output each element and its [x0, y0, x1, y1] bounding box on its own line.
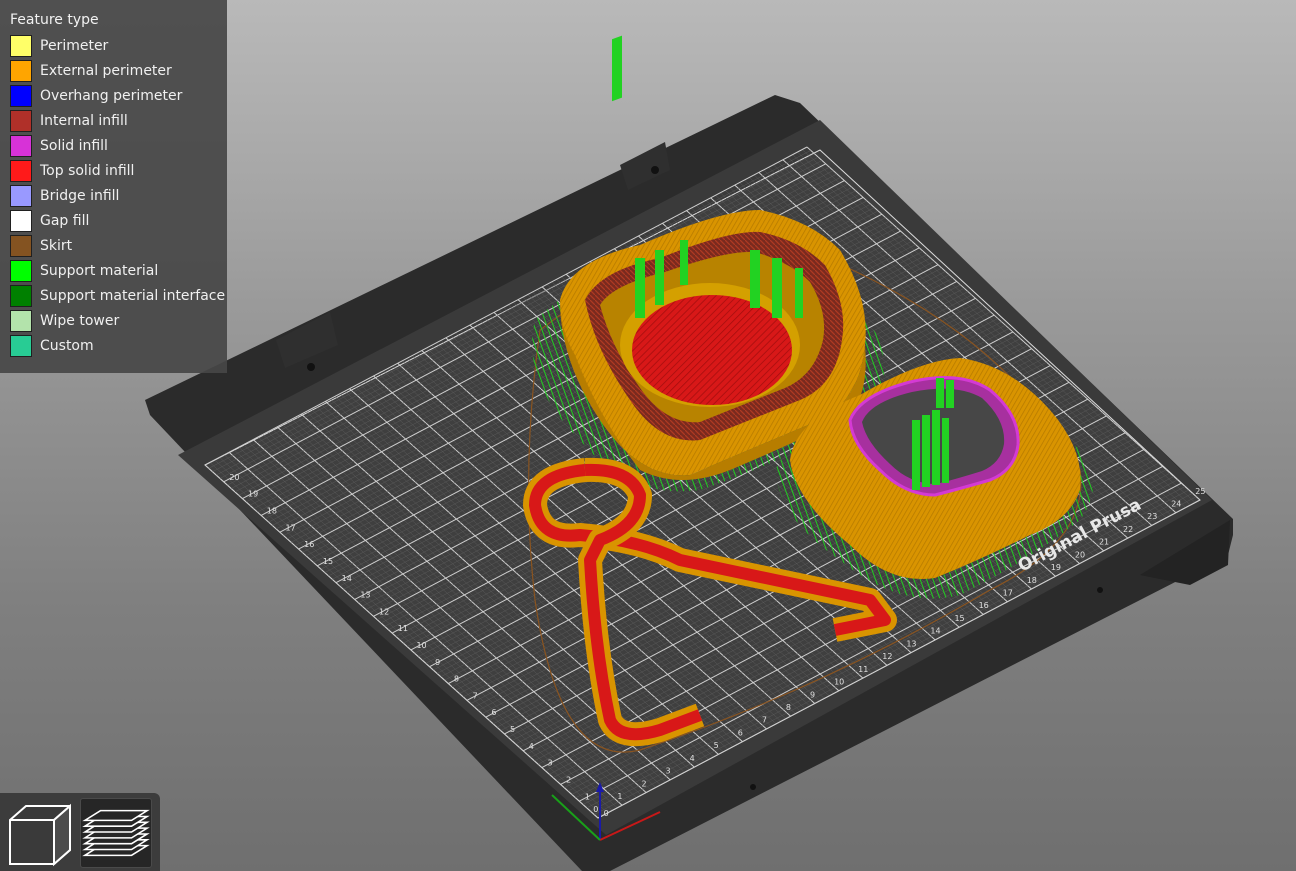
x-tick-label: 4: [690, 754, 695, 763]
x-tick-label: 10: [834, 678, 844, 687]
legend-item: Internal infill: [0, 107, 227, 132]
legend-item: Top solid infill: [0, 157, 227, 182]
legend-item: Perimeter: [0, 32, 227, 57]
feature-type-legend: Feature type Perimeter External perimeter…: [0, 0, 227, 373]
x-tick-label: 17: [1003, 589, 1013, 598]
x-tick-label: 18: [1027, 576, 1037, 585]
layers-icon: [82, 809, 150, 857]
y-tick-label: 15: [323, 557, 333, 566]
legend-swatch: [10, 110, 32, 132]
legend-item: Gap fill: [0, 207, 227, 232]
legend-swatch: [10, 260, 32, 282]
legend-swatch: [10, 35, 32, 57]
y-tick-label: 14: [342, 574, 352, 583]
legend-label: Bridge infill: [40, 188, 120, 204]
preview-view-button[interactable]: [80, 798, 152, 868]
legend-swatch: [10, 135, 32, 157]
legend-item: Skirt: [0, 232, 227, 257]
legend-label: Custom: [40, 338, 94, 354]
legend-label: Overhang perimeter: [40, 88, 183, 104]
legend-item: Solid infill: [0, 132, 227, 157]
y-tick-label: 12: [379, 607, 389, 616]
view-toolbar: [0, 793, 160, 871]
y-tick-label: 7: [473, 691, 478, 700]
y-tick-label: 17: [285, 523, 295, 532]
legend-swatch: [10, 85, 32, 107]
x-tick-label: 3: [666, 767, 671, 776]
legend-item: Bridge infill: [0, 182, 227, 207]
legend-swatch: [10, 235, 32, 257]
3d-view-button[interactable]: [4, 798, 76, 868]
legend-item: Wipe tower: [0, 307, 227, 332]
legend-swatch: [10, 210, 32, 232]
legend-label: Solid infill: [40, 138, 108, 154]
x-tick-label: 23: [1147, 512, 1157, 521]
y-tick-label: 8: [454, 675, 459, 684]
legend-label: Support material: [40, 263, 159, 279]
x-tick-label: 13: [906, 639, 916, 648]
y-tick-label: 2: [566, 775, 571, 784]
legend-item: Support material interface: [0, 282, 227, 307]
legend-swatch: [10, 310, 32, 332]
x-tick-label: 25: [1195, 487, 1205, 496]
y-tick-label: 11: [398, 624, 408, 633]
x-tick-label: 20: [1075, 550, 1085, 559]
legend-item: External perimeter: [0, 57, 227, 82]
x-tick-label: 16: [979, 601, 989, 610]
legend-swatch: [10, 335, 32, 357]
x-tick-label: 14: [930, 627, 940, 636]
x-tick-label: 15: [954, 614, 964, 623]
x-tick-label: 11: [858, 665, 868, 674]
y-tick-label: 19: [248, 490, 258, 499]
legend-item: Overhang perimeter: [0, 82, 227, 107]
legend-label: External perimeter: [40, 63, 172, 79]
y-tick-label: 10: [416, 641, 426, 650]
y-tick-label: 6: [491, 708, 496, 717]
x-tick-label: 8: [786, 703, 791, 712]
legend-label: Gap fill: [40, 213, 90, 229]
x-tick-label: 2: [641, 779, 646, 788]
y-tick-label: 9: [435, 658, 440, 667]
x-tick-label: 22: [1123, 525, 1133, 534]
y-tick-label: 3: [547, 759, 552, 768]
legend-label: Top solid infill: [40, 163, 135, 179]
x-tick-label: 7: [762, 716, 767, 725]
legend-swatch: [10, 60, 32, 82]
x-tick-label: 24: [1171, 499, 1181, 508]
x-tick-label: 9: [810, 690, 815, 699]
y-tick-label: 4: [529, 742, 534, 751]
x-tick-label: 6: [738, 728, 743, 737]
object-large-frame: [560, 35, 866, 480]
y-tick-label: 18: [267, 507, 277, 516]
x-tick-label: 19: [1051, 563, 1061, 572]
y-tick-label: 5: [510, 725, 515, 734]
legend-swatch: [10, 185, 32, 207]
x-tick-label: 12: [882, 652, 892, 661]
legend-swatch: [10, 285, 32, 307]
x-tick-label: 0: [593, 805, 598, 814]
legend-item: Support material: [0, 257, 227, 282]
legend-swatch: [10, 160, 32, 182]
y-tick-label: 1: [585, 792, 590, 801]
y-tick-label: 13: [360, 591, 370, 600]
legend-item: Custom: [0, 332, 227, 357]
legend-label: Internal infill: [40, 113, 128, 129]
legend-title: Feature type: [10, 12, 99, 28]
y-tick-label: 20: [229, 473, 239, 482]
x-tick-label: 5: [714, 741, 719, 750]
y-tick-label: 0: [604, 809, 609, 818]
x-tick-label: 1: [617, 792, 622, 801]
legend-label: Perimeter: [40, 38, 109, 54]
legend-label: Support material interface: [40, 288, 226, 304]
legend-label: Wipe tower: [40, 313, 120, 329]
cube-icon: [9, 803, 71, 867]
legend-label: Skirt: [40, 238, 73, 254]
x-tick-label: 21: [1099, 538, 1109, 547]
y-tick-label: 16: [304, 540, 314, 549]
